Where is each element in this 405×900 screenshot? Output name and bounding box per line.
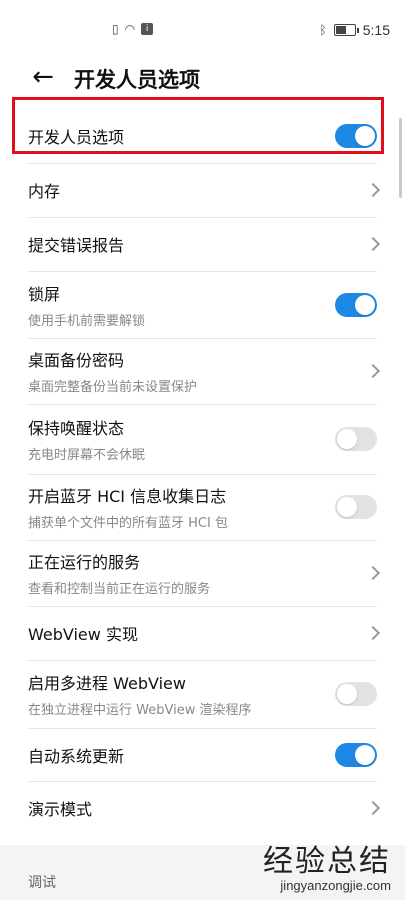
auto-system-update-toggle[interactable] xyxy=(335,742,377,767)
setting-desktop-backup-password[interactable]: 桌面备份密码 桌面完整备份当前未设置保护 xyxy=(0,338,405,405)
battery-fill xyxy=(335,26,346,34)
scrollbar[interactable] xyxy=(399,118,402,198)
setting-auto-system-update[interactable]: 自动系统更新 xyxy=(0,728,405,782)
setting-demo-mode[interactable]: 演示模式 xyxy=(0,781,405,835)
toggle-knob xyxy=(355,125,375,146)
setting-bug-report[interactable]: 提交错误报告 xyxy=(0,217,405,272)
chevron-right-icon xyxy=(367,565,377,581)
status-left-icons: ▯ ◠ i xyxy=(112,22,154,36)
setting-subtitle: 查看和控制当前正在运行的服务 xyxy=(28,582,211,597)
chevron-right-icon xyxy=(367,182,377,198)
setting-subtitle: 捕获单个文件中的所有蓝牙 HCI 包 xyxy=(28,516,228,531)
battery-icon xyxy=(333,24,359,36)
setting-stay-awake[interactable]: 保持唤醒状态 充电时屏幕不会休眠 xyxy=(0,404,405,475)
setting-title: 保持唤醒状态 xyxy=(28,419,125,438)
page-title: 开发人员选项 xyxy=(74,68,200,92)
setting-title: 正在运行的服务 xyxy=(28,553,141,572)
toggle-knob xyxy=(355,294,375,315)
setting-title: 演示模式 xyxy=(28,800,93,819)
status-time: 5:15 xyxy=(362,22,390,38)
setting-title: 桌面备份密码 xyxy=(28,351,125,370)
setting-title: 启用多进程 WebView xyxy=(28,674,186,693)
page-header: ← 开发人员选项 xyxy=(0,58,405,102)
setting-bluetooth-hci-log[interactable]: 开启蓝牙 HCI 信息收集日志 捕获单个文件中的所有蓝牙 HCI 包 xyxy=(0,474,405,541)
setting-subtitle: 在独立进程中运行 WebView 渲染程序 xyxy=(28,703,252,718)
toggle-knob xyxy=(337,497,357,517)
setting-subtitle: 充电时屏幕不会休眠 xyxy=(28,448,146,463)
bluetooth-icon: ᛒ xyxy=(319,23,327,37)
bluetooth-hci-log-toggle[interactable] xyxy=(335,495,377,519)
setting-running-services[interactable]: 正在运行的服务 查看和控制当前正在运行的服务 xyxy=(0,540,405,607)
setting-webview-implementation[interactable]: WebView 实现 xyxy=(0,606,405,661)
setting-title: 开发人员选项 xyxy=(28,127,125,147)
setting-title: 内存 xyxy=(28,182,61,201)
lock-screen-toggle[interactable] xyxy=(335,292,377,317)
setting-lock-screen[interactable]: 锁屏 使用手机前需要解锁 xyxy=(0,271,405,339)
toggle-knob xyxy=(355,744,375,765)
status-right-icons: ᛒ 5:15 xyxy=(320,22,390,38)
watermark-en: jingyanzongjie.com xyxy=(280,878,391,893)
chevron-right-icon xyxy=(367,363,377,379)
toggle-knob xyxy=(337,684,357,704)
setting-title: 提交错误报告 xyxy=(28,236,125,255)
section-label-debug: 调试 xyxy=(28,875,56,891)
status-bar: ▯ ◠ i ᛒ 5:15 xyxy=(0,0,405,62)
chevron-right-icon xyxy=(367,800,377,816)
watermark: 经验总结 jingyanzongjie.com xyxy=(263,836,391,893)
notification-badge-icon: i xyxy=(141,23,154,35)
back-arrow-icon[interactable]: ← xyxy=(26,60,60,94)
multiprocess-webview-toggle[interactable] xyxy=(335,682,377,706)
developer-options-toggle[interactable] xyxy=(335,123,377,148)
setting-multiprocess-webview[interactable]: 启用多进程 WebView 在独立进程中运行 WebView 渲染程序 xyxy=(0,660,405,729)
chevron-right-icon xyxy=(367,236,377,252)
setting-title: WebView 实现 xyxy=(28,625,138,644)
setting-developer-options[interactable]: 开发人员选项 xyxy=(0,108,405,164)
setting-title: 自动系统更新 xyxy=(28,746,125,766)
toggle-knob xyxy=(337,429,357,449)
setting-title: 锁屏 xyxy=(28,284,61,304)
setting-title: 开启蓝牙 HCI 信息收集日志 xyxy=(28,487,227,506)
chevron-right-icon xyxy=(367,625,377,641)
watermark-cn: 经验总结 xyxy=(263,844,391,879)
setting-subtitle: 桌面完整备份当前未设置保护 xyxy=(28,380,198,395)
sim-no-service-icon: ▯ xyxy=(112,22,119,36)
setting-subtitle: 使用手机前需要解锁 xyxy=(28,313,146,329)
wifi-icon: ◠ xyxy=(124,22,136,36)
settings-list: 开发人员选项 内存 提交错误报告 锁屏 使用手机前需要解锁 桌面备份密码 桌面完… xyxy=(0,108,405,835)
setting-memory[interactable]: 内存 xyxy=(0,163,405,218)
stay-awake-toggle[interactable] xyxy=(335,427,377,451)
